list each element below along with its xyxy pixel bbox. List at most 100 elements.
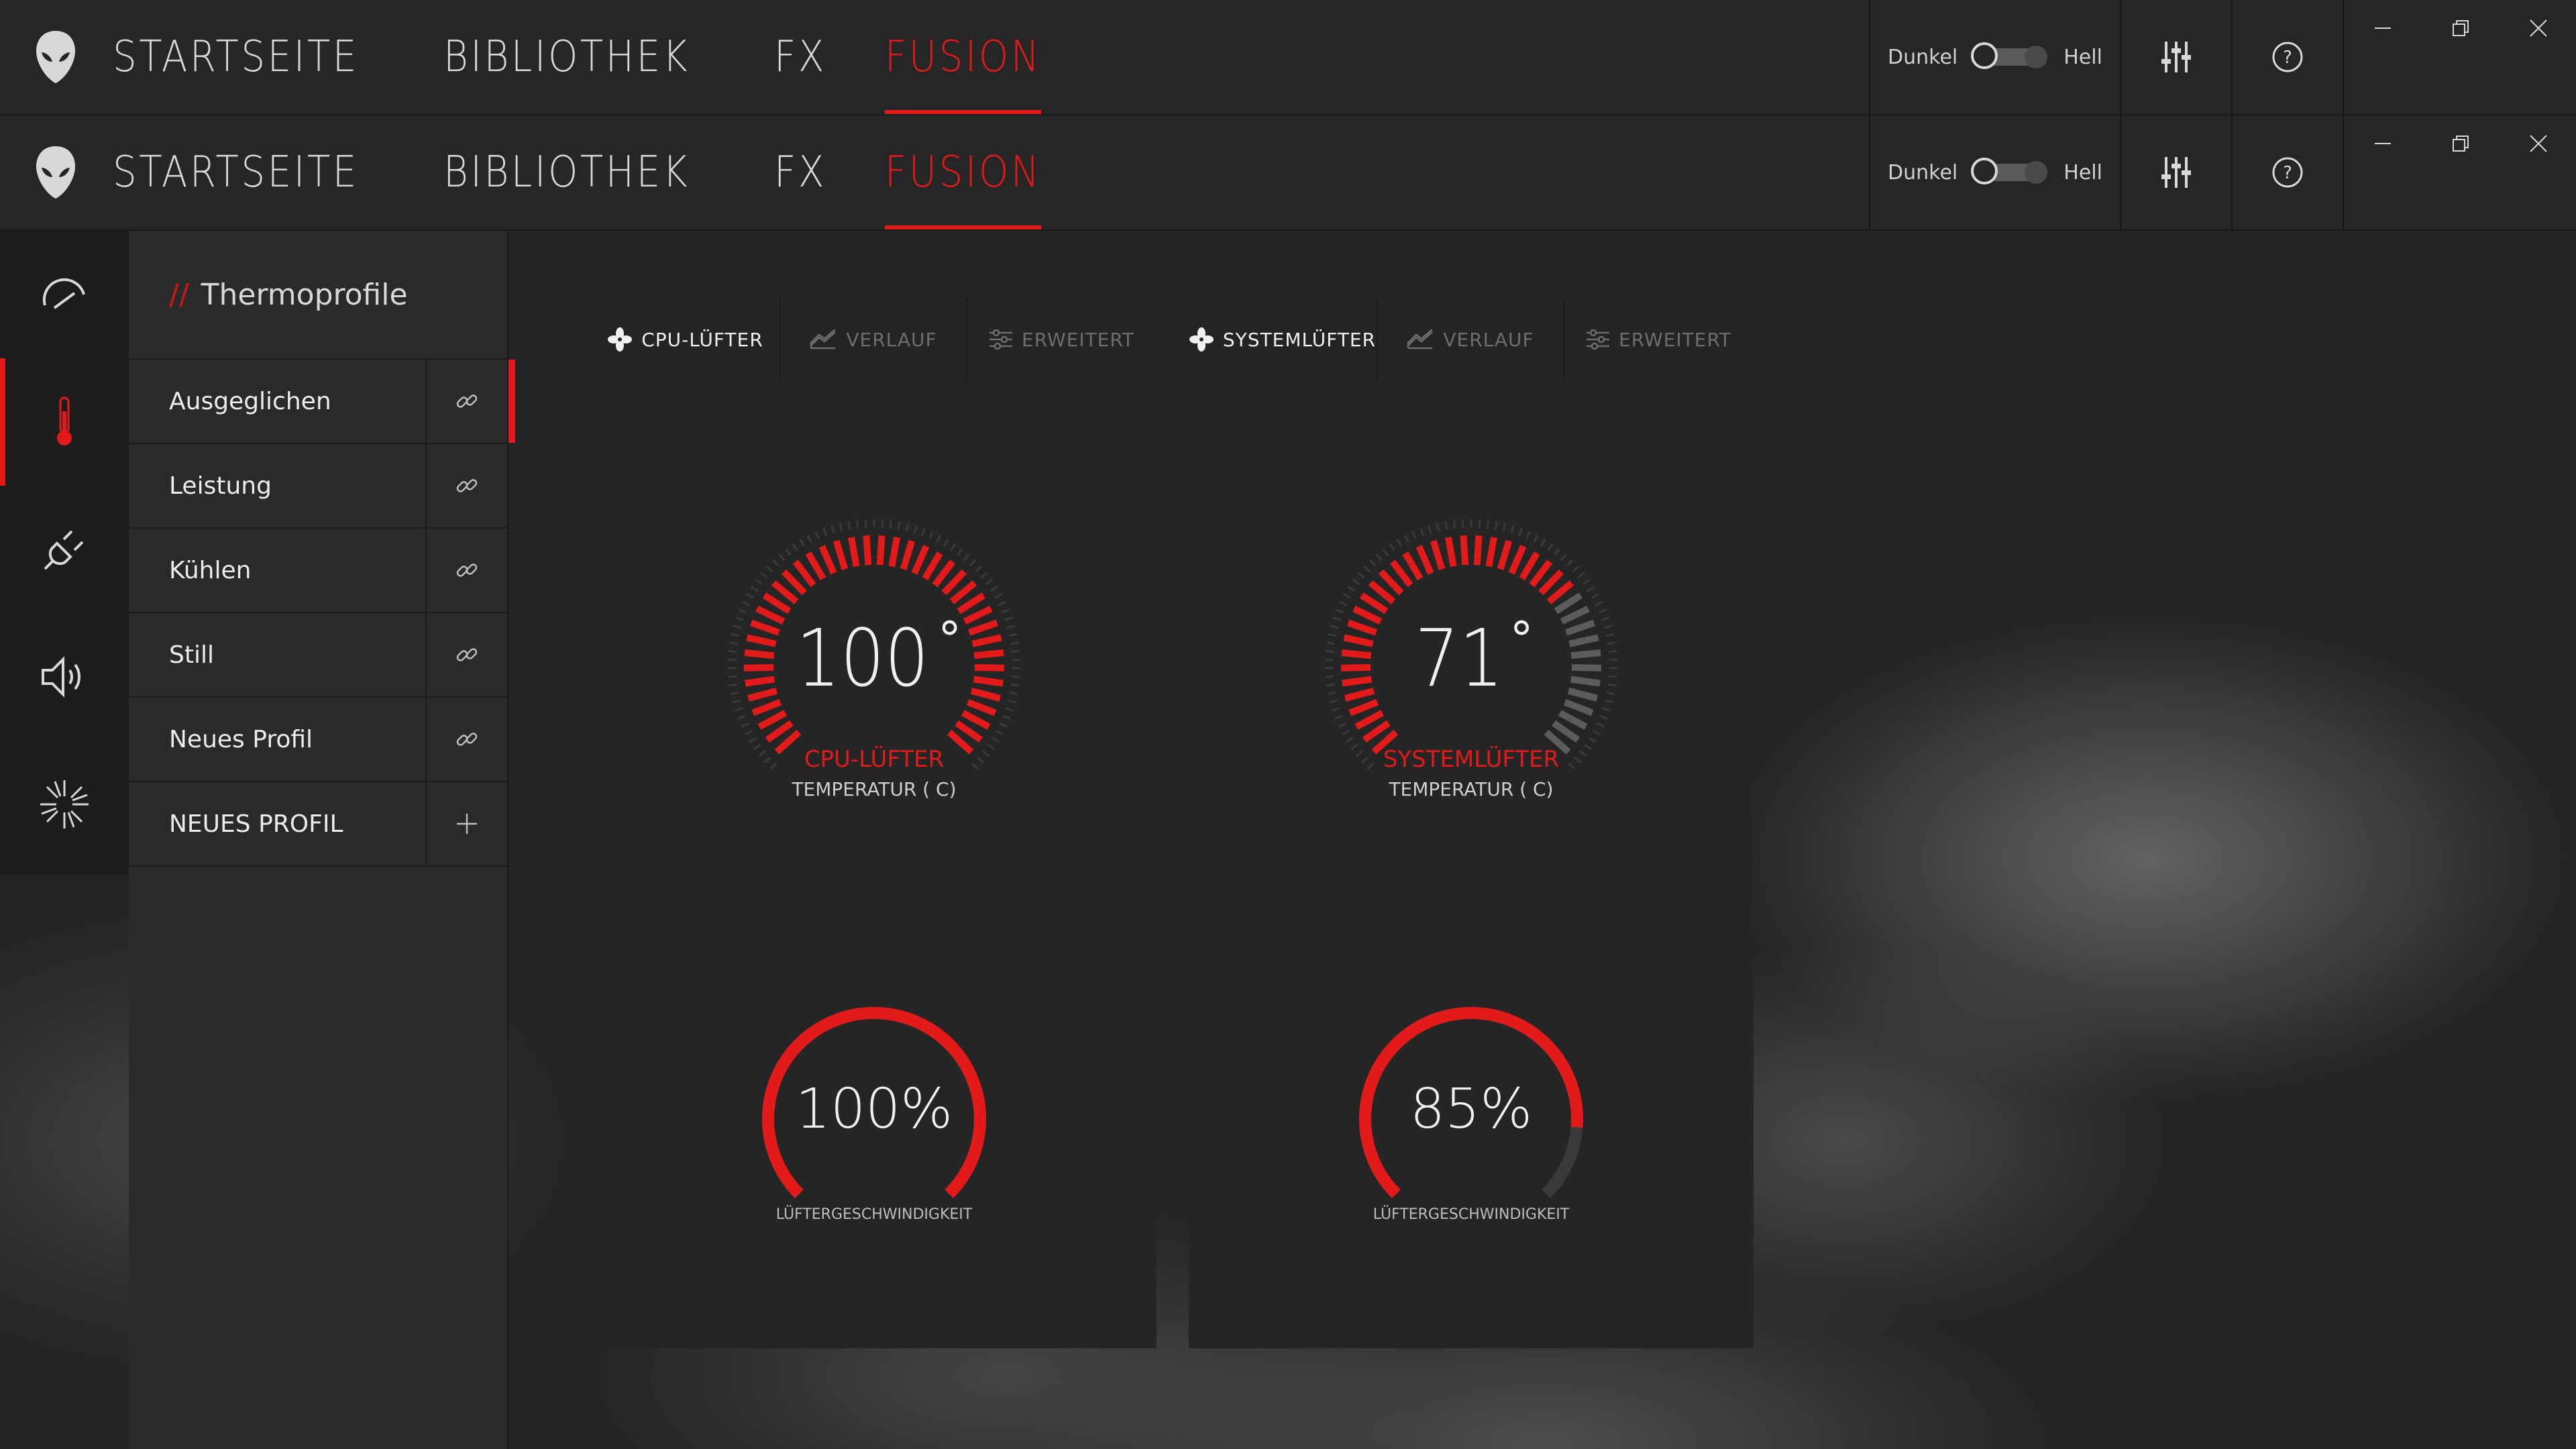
gauge-outer-tick xyxy=(741,722,749,728)
gauge-outer-tick xyxy=(1599,714,1608,720)
gauge-outer-tick xyxy=(999,722,1008,728)
rail-item-overclock[interactable] xyxy=(0,231,129,358)
settings-button[interactable] xyxy=(2121,115,2231,229)
link-icon xyxy=(456,564,478,577)
profile-row-leistung[interactable]: Leistung xyxy=(129,443,507,527)
gauge-outer-tick xyxy=(830,525,835,534)
restore-button[interactable] xyxy=(2422,0,2500,56)
rail-item-power[interactable] xyxy=(0,486,129,613)
settings-button[interactable] xyxy=(2121,0,2231,114)
profile-link-button[interactable] xyxy=(425,529,507,612)
link-icon xyxy=(456,733,478,746)
gauge-outer-tick xyxy=(928,531,934,539)
gauge-outer-tick xyxy=(1428,525,1432,534)
temperature-tick xyxy=(1529,559,1553,588)
temperature-tick xyxy=(1508,545,1527,575)
tab-cpu-fan[interactable]: CPU-LÜFTER xyxy=(592,298,781,381)
tab-label: VERLAUF xyxy=(846,328,937,351)
gauge-outer-tick xyxy=(991,737,1000,743)
profile-row-ausgeglichen[interactable]: Ausgeglichen xyxy=(129,358,515,443)
minimize-button[interactable] xyxy=(2344,115,2422,172)
gauge-outer-tick xyxy=(980,572,988,579)
tab-cpu-history[interactable]: VERLAUF xyxy=(781,298,967,381)
profile-row-neues-profil[interactable]: Neues Profil xyxy=(129,696,507,781)
sliders-icon xyxy=(989,329,1013,350)
tab-cpu-advanced[interactable]: ERWEITERT xyxy=(967,298,1157,381)
degree-symbol: ° xyxy=(938,612,962,667)
minimize-button[interactable] xyxy=(2344,0,2422,56)
profile-row-still[interactable]: Still xyxy=(129,612,507,696)
cpu-fan-card: CPU-LÜFTER VERLAUF ERWEITERT 100 ° CPU-LÜ… xyxy=(592,298,1157,1348)
nav-fusion[interactable]: FUSION xyxy=(884,115,1042,229)
temperature-tick xyxy=(1354,710,1385,730)
sunburst-icon xyxy=(40,780,89,828)
temperature-tick xyxy=(888,537,901,568)
temperature-readout: 71 ° xyxy=(1189,612,1754,704)
gauge-outer-tick xyxy=(1332,707,1340,712)
system-fan-tabs: SYSTEMLÜFTER VERLAUF ERWEITERT xyxy=(1189,298,1754,381)
gauge-outer-tick xyxy=(950,543,957,551)
restore-icon xyxy=(2453,136,2469,152)
temperature-tick xyxy=(876,535,885,566)
profile-link-button[interactable] xyxy=(425,613,507,696)
gauge-outer-tick xyxy=(994,593,1002,599)
restore-button[interactable] xyxy=(2422,115,2500,172)
profile-row-kuehlen[interactable]: Kühlen xyxy=(129,527,507,612)
gauge-outer-tick xyxy=(1582,578,1591,586)
nav-fx[interactable]: FX xyxy=(774,0,826,114)
temperature-value: 100 xyxy=(796,612,929,704)
gauge-outer-tick xyxy=(989,586,998,592)
rail-item-lighting[interactable] xyxy=(0,741,129,868)
nav-startseite[interactable]: STARTSEITE xyxy=(113,0,359,114)
title-bar: STARTSEITE BIBLIOTHEK FX FUSION Dunkel H… xyxy=(0,0,2576,115)
gauge-outer-tick xyxy=(1389,543,1395,551)
gauge-outer-tick xyxy=(905,523,910,532)
help-button[interactable]: ? xyxy=(2233,115,2343,229)
close-button[interactable] xyxy=(2500,115,2576,172)
help-button[interactable]: ? xyxy=(2233,0,2343,114)
close-button[interactable] xyxy=(2500,0,2576,56)
nav-fusion[interactable]: FUSION xyxy=(884,0,1042,114)
theme-toggle[interactable] xyxy=(1971,42,2048,69)
alienware-logo-icon[interactable] xyxy=(35,145,76,200)
theme-light-label: Hell xyxy=(2063,45,2102,69)
temperature-tick xyxy=(1430,539,1446,570)
gauge-outer-tick xyxy=(1396,539,1403,547)
rail-item-audio[interactable] xyxy=(0,613,129,741)
temperature-label: TEMPERATUR ( C) xyxy=(792,778,957,800)
panel-divider xyxy=(507,231,508,1449)
gauge-outer-tick xyxy=(1002,714,1011,720)
tab-system-history[interactable]: VERLAUF xyxy=(1378,298,1564,381)
add-profile-button[interactable] xyxy=(425,782,507,865)
header-accent: // xyxy=(169,277,189,312)
profile-link-button[interactable] xyxy=(425,698,507,781)
close-icon xyxy=(2530,135,2547,152)
nav-startseite[interactable]: STARTSEITE xyxy=(113,115,359,229)
temperature-tick xyxy=(1389,559,1413,588)
gauge-outer-tick xyxy=(1540,539,1546,547)
gauge-outer-tick xyxy=(1547,543,1554,551)
theme-switch: Dunkel Hell xyxy=(1870,115,2120,229)
profile-label: NEUES PROFIL xyxy=(169,810,343,838)
close-icon xyxy=(2530,19,2547,37)
speed-label: LÜFTERGESCHWINDIGKEIT xyxy=(1373,1206,1570,1223)
gauge-outer-tick xyxy=(1517,527,1523,537)
alienware-logo-icon[interactable] xyxy=(35,30,76,85)
rail-item-thermal[interactable] xyxy=(0,358,129,486)
tab-system-advanced[interactable]: ERWEITERT xyxy=(1564,298,1754,381)
nav-bibliothek[interactable]: BIBLIOTHEK xyxy=(443,115,690,229)
temperature-tick xyxy=(765,720,794,743)
main-nav-secondary: STARTSEITE BIBLIOTHEK FX FUSION xyxy=(113,115,1114,229)
nav-bibliothek[interactable]: BIBLIOTHEK xyxy=(443,0,690,114)
thermometer-icon xyxy=(57,396,72,445)
gauge-outer-tick xyxy=(969,559,977,567)
temperature-tick xyxy=(1362,720,1391,743)
gauge-outer-tick xyxy=(1525,531,1531,539)
profile-link-button[interactable] xyxy=(425,360,507,443)
profile-link-button[interactable] xyxy=(425,444,507,527)
theme-toggle[interactable] xyxy=(1971,158,2048,184)
nav-fx[interactable]: FX xyxy=(774,115,826,229)
temperature-value: 71 xyxy=(1415,612,1504,704)
profile-row-add-new[interactable]: NEUES PROFIL xyxy=(129,781,507,867)
tab-system-fan[interactable]: SYSTEMLÜFTER xyxy=(1189,298,1378,381)
